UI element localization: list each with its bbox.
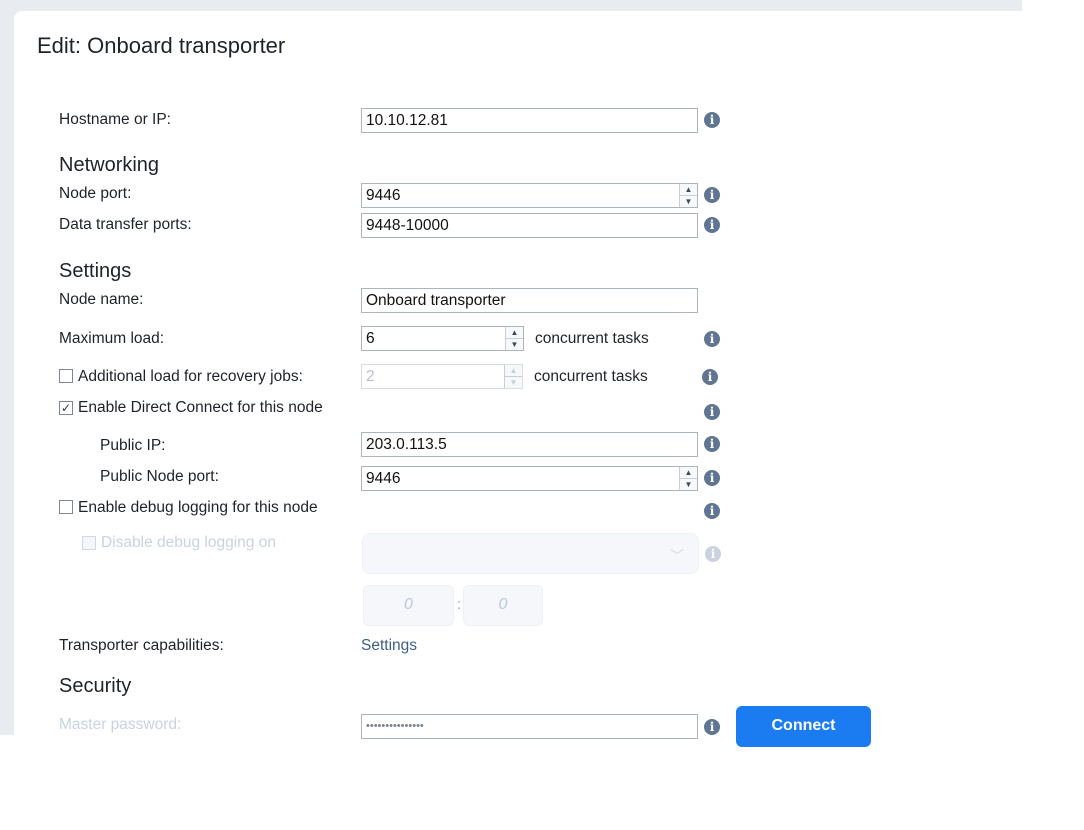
public-port-label: Public Node port:: [100, 468, 219, 485]
recovery-load-spinner[interactable]: ▲ ▼: [504, 365, 522, 388]
public-port-spinner[interactable]: ▲ ▼: [679, 467, 697, 490]
recovery-load-info-icon[interactable]: i: [702, 369, 718, 385]
data-ports-label: Data transfer ports:: [59, 216, 192, 233]
public-port-stepper[interactable]: 9446 ▲ ▼: [361, 466, 698, 491]
spin-down-icon[interactable]: ▼: [680, 478, 697, 490]
debug-logging-info-icon[interactable]: i: [704, 503, 720, 519]
public-port-value: 9446: [366, 470, 401, 487]
spin-up-icon[interactable]: ▲: [506, 327, 523, 338]
max-load-spinner[interactable]: ▲ ▼: [505, 327, 523, 350]
disable-debug-label: Disable debug logging on: [101, 534, 276, 551]
node-name-label: Node name:: [59, 291, 144, 308]
chevron-down-icon: ﹀: [670, 548, 684, 564]
hostname-input[interactable]: 10.10.12.81: [361, 108, 698, 133]
public-ip-label: Public IP:: [100, 437, 166, 454]
spin-up-icon[interactable]: ▲: [680, 184, 697, 195]
node-name-input[interactable]: Onboard transporter: [361, 288, 698, 313]
public-ip-input[interactable]: 203.0.113.5: [361, 432, 698, 457]
disable-debug-info-icon[interactable]: i: [705, 546, 721, 562]
master-password-label: Master password:: [59, 716, 182, 733]
recovery-load-stepper[interactable]: 2 ▲ ▼: [361, 364, 523, 389]
recovery-load-label: Additional load for recovery jobs:: [78, 368, 303, 385]
time-separator: :: [457, 596, 462, 613]
disable-debug-date-select[interactable]: ﹀: [362, 533, 699, 574]
max-load-value: 6: [366, 330, 375, 347]
master-password-info-icon[interactable]: i: [704, 719, 720, 735]
dialog-title: Edit: Onboard transporter: [37, 33, 286, 58]
spin-up-icon[interactable]: ▲: [505, 365, 522, 376]
disable-debug-minute-input[interactable]: 0: [463, 585, 543, 626]
connect-button[interactable]: Connect: [736, 706, 871, 747]
direct-connect-checkbox[interactable]: ✓: [59, 401, 73, 415]
node-port-stepper[interactable]: 9446 ▲ ▼: [361, 183, 698, 208]
data-ports-input[interactable]: 9448-10000: [361, 213, 698, 238]
spin-down-icon[interactable]: ▼: [505, 376, 522, 388]
disable-debug-checkbox[interactable]: [82, 536, 96, 550]
node-port-value: 9446: [366, 187, 401, 204]
disable-debug-hour-input[interactable]: 0: [363, 585, 454, 626]
node-port-spinner[interactable]: ▲ ▼: [679, 184, 697, 207]
capabilities-settings-link[interactable]: Settings: [361, 637, 417, 655]
recovery-load-suffix: concurrent tasks: [534, 368, 648, 385]
spin-down-icon[interactable]: ▼: [506, 338, 523, 350]
public-ip-info-icon[interactable]: i: [704, 436, 720, 452]
node-port-info-icon[interactable]: i: [704, 187, 720, 203]
max-load-stepper[interactable]: 6 ▲ ▼: [361, 326, 524, 351]
capabilities-label: Transporter capabilities:: [59, 637, 224, 654]
data-ports-info-icon[interactable]: i: [704, 217, 720, 233]
spin-up-icon[interactable]: ▲: [680, 467, 697, 478]
public-port-info-icon[interactable]: i: [704, 470, 720, 486]
networking-heading: Networking: [59, 154, 160, 176]
node-port-label: Node port:: [59, 185, 132, 202]
spin-down-icon[interactable]: ▼: [680, 195, 697, 207]
settings-heading: Settings: [59, 260, 132, 282]
direct-connect-info-icon[interactable]: i: [704, 404, 720, 420]
security-heading: Security: [59, 675, 132, 697]
debug-logging-label: Enable debug logging for this node: [78, 499, 318, 516]
max-load-label: Maximum load:: [59, 330, 165, 347]
recovery-load-checkbox[interactable]: [59, 369, 73, 383]
max-load-info-icon[interactable]: i: [704, 331, 720, 347]
hostname-info-icon[interactable]: i: [704, 112, 720, 128]
debug-logging-checkbox[interactable]: [59, 500, 73, 514]
master-password-input[interactable]: •••••••••••••••: [361, 714, 698, 739]
hostname-label: Hostname or IP:: [59, 111, 171, 128]
recovery-load-value: 2: [366, 368, 375, 385]
max-load-suffix: concurrent tasks: [535, 330, 649, 347]
direct-connect-label: Enable Direct Connect for this node: [78, 399, 323, 416]
